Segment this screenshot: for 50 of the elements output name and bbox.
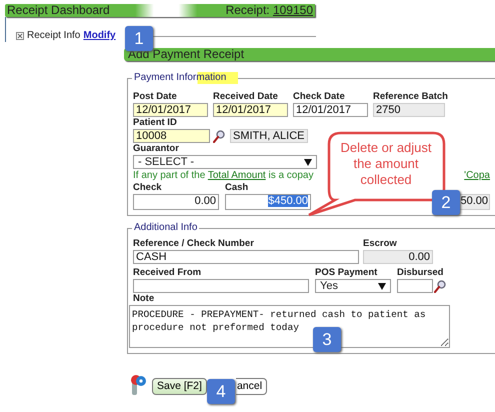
field-label: Received Date (213, 91, 278, 103)
field-label: Guarantor (133, 143, 179, 155)
field-label: Reference / Check Number (133, 238, 254, 250)
date-field[interactable]: 12/01/2017 (133, 103, 208, 117)
search-icon[interactable] (213, 130, 225, 142)
step-number: 1 (125, 26, 153, 51)
receipt-label: Receipt: (226, 3, 271, 17)
disbursed-field[interactable] (397, 279, 433, 293)
save-button[interactable]: Save [F2] (152, 378, 207, 395)
pos-payment-select[interactable]: Yes (315, 279, 391, 293)
field-label: Reference Batch (373, 91, 448, 103)
caret-icon (378, 282, 386, 290)
field-label: Check Date (293, 91, 345, 103)
field-label: Received From (133, 267, 202, 279)
amount-field[interactable]: 0.00 (133, 194, 219, 210)
modify-link[interactable]: Modify (83, 30, 116, 42)
caret-icon (304, 158, 312, 166)
field-label: Note (133, 293, 154, 305)
date-field[interactable]: 12/01/2017 (213, 103, 288, 117)
dashboard-title: Receipt Dashboard (7, 4, 110, 17)
search-icon[interactable] (434, 280, 446, 292)
receipt-number[interactable]: 109150 (272, 3, 313, 17)
amount-field[interactable]: $450.00 (225, 194, 311, 210)
field-label: Escrow (363, 238, 397, 250)
field-label: Disbursed (397, 267, 444, 279)
guarantor-select[interactable]: - SELECT - (133, 155, 317, 169)
escrow-field: 0.00 (363, 250, 433, 264)
collapse-icon[interactable] (16, 32, 24, 40)
step-number: 2 (432, 190, 460, 215)
cancel-button[interactable]: ancel (236, 378, 268, 395)
keys-icon (130, 374, 148, 396)
step-number: 4 (207, 379, 235, 404)
field-label: Check (133, 182, 162, 194)
total-amount-link[interactable]: Total Amount (208, 170, 266, 181)
received-from-field[interactable] (133, 279, 309, 293)
callout-text: Delete or adjust the amount collected (339, 140, 433, 188)
amount-field: 50.00 (457, 194, 490, 210)
step-number: 3 (313, 327, 341, 352)
copay-link[interactable]: 'Copa (464, 170, 490, 182)
date-field[interactable]: 12/01/2017 (293, 103, 368, 117)
readonly-field: 2750 (373, 103, 445, 117)
copay-note: If any part of the Total Amount is a copay (133, 170, 314, 182)
patient-id-field[interactable]: 10008 (133, 129, 210, 143)
section-title: Receipt Info (27, 30, 80, 42)
field-label: Cash (225, 182, 248, 194)
field-label: POS Payment (315, 267, 378, 279)
field-label: Post Date (133, 91, 177, 103)
field-label: Patient ID (133, 117, 177, 129)
patient-name: SMITH, ALICE (230, 129, 308, 143)
reference-field[interactable]: CASH (133, 250, 359, 264)
